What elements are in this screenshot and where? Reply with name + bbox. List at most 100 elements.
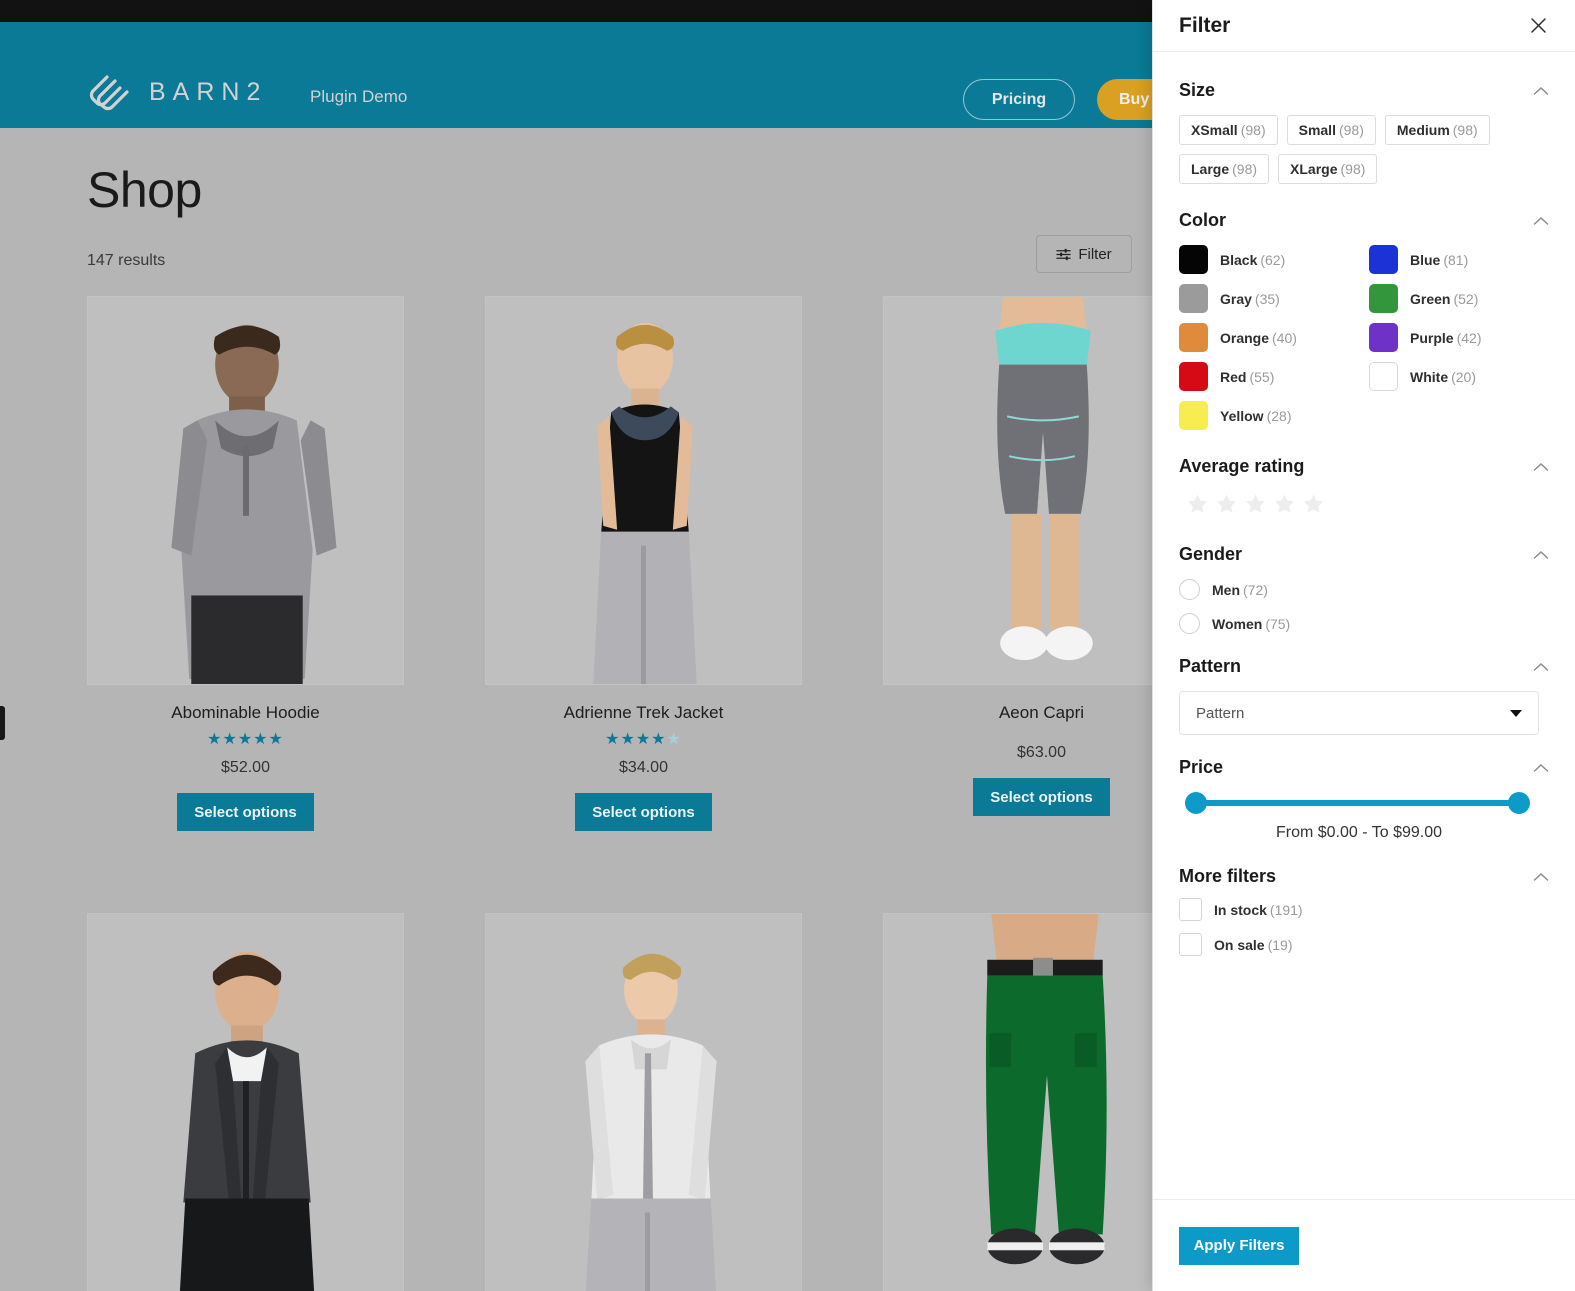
- radio-icon: [1179, 613, 1200, 634]
- filter-panel-title: Filter: [1179, 13, 1231, 37]
- select-options-button[interactable]: Select options: [177, 793, 314, 831]
- color-option-purple[interactable]: Purple (42): [1369, 323, 1549, 352]
- gender-option-women[interactable]: Women (75): [1179, 613, 1549, 634]
- size-option-xsmall[interactable]: XSmall (98): [1179, 115, 1278, 145]
- chevron-up-icon: [1533, 550, 1549, 559]
- star-icon[interactable]: [1303, 493, 1324, 514]
- price-slider-track: [1195, 800, 1520, 806]
- color-option-orange[interactable]: Orange (40): [1179, 323, 1369, 352]
- product-card: Adrienne Trek Jacket ★★★★★ $34.00 Select…: [485, 296, 802, 831]
- size-option-list: XSmall (98) Small (98) Medium (98) Large (98…: [1179, 115, 1519, 184]
- color-swatch-purple: [1369, 323, 1398, 352]
- color-option-white[interactable]: White (20): [1369, 362, 1549, 391]
- brand-name: BARN2: [149, 77, 268, 106]
- gender-option-men[interactable]: Men (72): [1179, 579, 1549, 600]
- color-option-label: Purple: [1410, 329, 1454, 346]
- size-option-large[interactable]: Large (98): [1179, 154, 1270, 184]
- pattern-select[interactable]: Pattern: [1179, 691, 1539, 735]
- filter-group-more: More filters In stock (191) On sale (19): [1179, 866, 1549, 956]
- size-option-xlarge[interactable]: XLarge (98): [1278, 154, 1378, 184]
- size-option-count: (98): [1452, 122, 1478, 138]
- nav-link-plugin-demo[interactable]: Plugin Demo: [310, 87, 407, 107]
- product-image[interactable]: [485, 913, 802, 1291]
- select-options-button[interactable]: Select options: [575, 793, 712, 831]
- close-panel-button[interactable]: [1523, 11, 1553, 41]
- size-option-count: (98): [1232, 161, 1258, 177]
- price-range-slider[interactable]: [1185, 792, 1530, 814]
- page-title: Shop: [87, 162, 202, 218]
- size-option-small[interactable]: Small (98): [1286, 115, 1376, 145]
- filter-panel-body: Size XSmall(98) Small(98) Medium(98): [1153, 52, 1575, 1199]
- filter-toggle-button[interactable]: Filter: [1036, 235, 1132, 273]
- radio-icon: [1179, 579, 1200, 600]
- color-option-green[interactable]: Green (52): [1369, 284, 1549, 313]
- color-swatch-green: [1369, 284, 1398, 313]
- chevron-up-icon: [1533, 216, 1549, 225]
- color-option-blue[interactable]: Blue (81): [1369, 245, 1549, 274]
- more-filter-count: (191): [1269, 901, 1303, 918]
- filter-group-title: Color: [1179, 210, 1226, 230]
- filter-panel: Filter Size XSmall (98) Small (98) Mediu…: [1152, 0, 1575, 1291]
- price-slider-max-handle[interactable]: [1508, 792, 1530, 814]
- filter-group-more-header[interactable]: More filters: [1179, 866, 1549, 887]
- select-options-button[interactable]: Select options: [973, 778, 1110, 816]
- product-image[interactable]: [87, 296, 404, 685]
- star-icon[interactable]: [1274, 493, 1295, 514]
- color-swatch-gray: [1179, 284, 1208, 313]
- product-name[interactable]: Adrienne Trek Jacket: [485, 703, 802, 723]
- filter-group-title: More filters: [1179, 866, 1277, 886]
- color-option-black[interactable]: Black (62): [1179, 245, 1369, 274]
- product-rating: ★★★★★: [605, 731, 682, 748]
- color-option-gray[interactable]: Gray (35): [1179, 284, 1369, 313]
- filter-group-price-header[interactable]: Price: [1179, 757, 1549, 778]
- filter-group-title: Pattern: [1179, 656, 1242, 676]
- color-option-count: (55): [1249, 368, 1275, 385]
- filter-group-gender-header[interactable]: Gender: [1179, 544, 1549, 565]
- filter-group-title: Average rating: [1179, 456, 1305, 476]
- color-option-count: (81): [1443, 251, 1469, 268]
- color-option-label: Gray: [1220, 290, 1252, 307]
- man-gray-hoodie-image: [88, 297, 403, 684]
- more-filter-on-sale[interactable]: On sale (19): [1179, 933, 1549, 956]
- color-option-count: (52): [1453, 290, 1479, 307]
- filter-group-size-header[interactable]: Size: [1179, 80, 1549, 101]
- filter-group-rating-header[interactable]: Average rating: [1179, 456, 1549, 477]
- product-image[interactable]: [87, 913, 404, 1291]
- chevron-up-icon: [1533, 872, 1549, 881]
- filter-group-title: Price: [1179, 757, 1224, 777]
- more-filter-label: In stock: [1214, 901, 1267, 918]
- star-icon[interactable]: [1245, 493, 1266, 514]
- star-icon[interactable]: [1216, 493, 1237, 514]
- pricing-button[interactable]: Pricing: [963, 79, 1075, 120]
- product-rating: ★★★★★: [207, 731, 284, 748]
- filter-group-color-header[interactable]: Color: [1179, 210, 1549, 231]
- more-filter-in-stock[interactable]: In stock (191): [1179, 898, 1549, 921]
- left-edge-tab[interactable]: [0, 706, 5, 740]
- woman-white-jacket-image: [486, 914, 801, 1291]
- filter-group-pattern-header[interactable]: Pattern: [1179, 656, 1549, 677]
- color-swatch-white: [1369, 362, 1398, 391]
- price-slider-min-handle[interactable]: [1185, 792, 1207, 814]
- brand-logo[interactable]: BARN2: [87, 72, 267, 112]
- sliders-icon: [1056, 248, 1071, 260]
- star-icon[interactable]: [1187, 493, 1208, 514]
- chevron-up-icon: [1533, 763, 1549, 772]
- filter-group-rating: Average rating: [1179, 456, 1549, 518]
- color-swatch-yellow: [1179, 401, 1208, 430]
- color-option-label: Red: [1220, 368, 1247, 385]
- checkbox-icon: [1179, 898, 1202, 921]
- gender-option-label: Men: [1212, 581, 1240, 598]
- product-card: [485, 913, 802, 1291]
- color-option-yellow[interactable]: Yellow (28): [1179, 401, 1369, 430]
- color-option-red[interactable]: Red (55): [1179, 362, 1369, 391]
- product-name[interactable]: Abominable Hoodie: [87, 703, 404, 723]
- product-image[interactable]: [485, 296, 802, 685]
- color-swatch-blue: [1369, 245, 1398, 274]
- size-option-medium[interactable]: Medium (98): [1384, 115, 1490, 145]
- apply-filters-button[interactable]: Apply Filters: [1179, 1226, 1299, 1265]
- filter-group-title: Size: [1179, 80, 1216, 100]
- size-option-label: Small: [1298, 122, 1336, 138]
- size-option-count: (98): [1338, 122, 1364, 138]
- size-option-count: (98): [1340, 161, 1366, 177]
- color-option-label: Blue: [1410, 251, 1441, 268]
